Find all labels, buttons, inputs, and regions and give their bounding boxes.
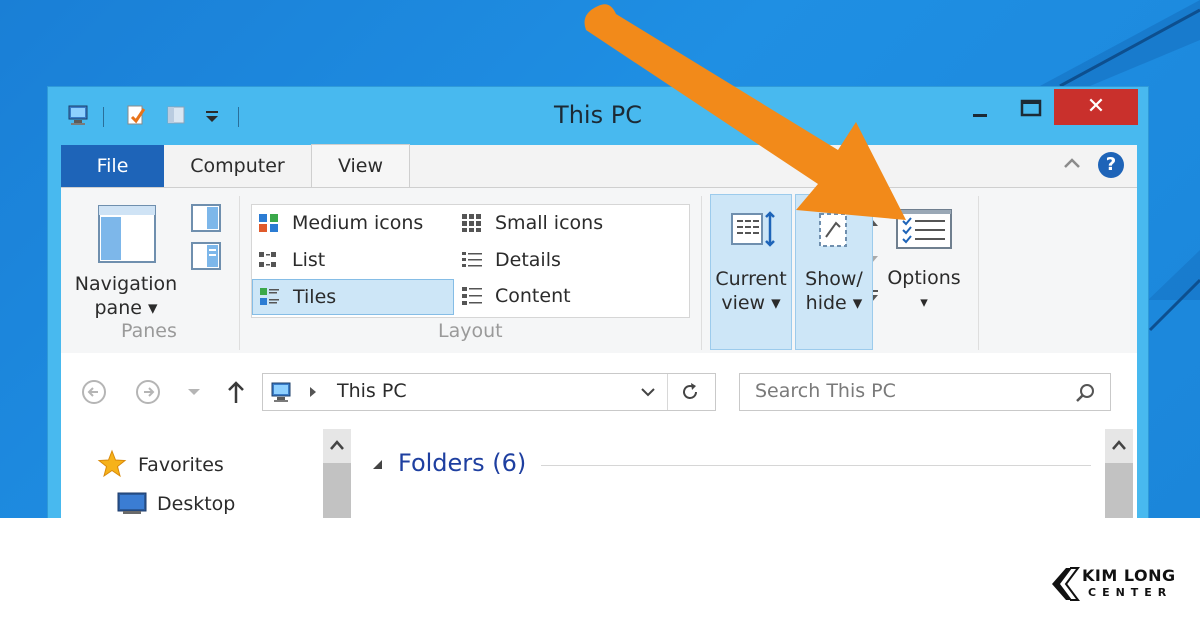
close-icon: ✕ xyxy=(1086,94,1106,119)
search-field[interactable]: Search This PC xyxy=(739,373,1111,411)
details-view-icon xyxy=(462,252,482,267)
medium-icons-icon xyxy=(259,214,278,232)
up-arrow-icon[interactable] xyxy=(225,379,247,405)
minimize-button[interactable] xyxy=(958,89,1004,125)
group-collapse-icon[interactable] xyxy=(371,458,385,472)
tab-file[interactable]: File xyxy=(61,145,164,187)
layout-list[interactable]: List xyxy=(252,243,452,277)
preview-pane-icon[interactable] xyxy=(191,204,221,232)
address-history-chevron-down-icon[interactable] xyxy=(639,384,657,400)
show-hide-label-line2: hide ▾ xyxy=(805,292,863,314)
small-icons-icon xyxy=(462,214,481,232)
layout-small-icons[interactable]: Small icons xyxy=(455,206,655,240)
recent-locations-chevron-down-icon[interactable] xyxy=(185,385,203,399)
scroll-up-icon[interactable] xyxy=(327,437,347,453)
ribbon-tabs: File Computer View ? xyxy=(61,144,1137,188)
help-icon[interactable]: ? xyxy=(1098,152,1124,178)
desktop-icon xyxy=(117,492,147,514)
tab-computer[interactable]: Computer xyxy=(164,145,311,187)
nav-item-desktop[interactable]: Desktop xyxy=(157,493,235,515)
breadcrumb-chevron-icon[interactable] xyxy=(307,385,319,399)
options-dropdown-arrow: ▾ xyxy=(920,293,928,311)
layout-medium-icons[interactable]: Medium icons xyxy=(252,206,452,240)
options-button[interactable]: Options ▾ xyxy=(879,194,969,348)
search-icon[interactable] xyxy=(1074,382,1096,404)
favorites-star-icon xyxy=(97,449,127,478)
tab-view[interactable]: View xyxy=(311,144,410,188)
address-divider xyxy=(667,374,668,410)
current-view-button[interactable]: Current view ▾ xyxy=(710,194,792,350)
layout-tiles[interactable]: Tiles xyxy=(252,279,454,315)
show-hide-button[interactable]: Show/ hide ▾ xyxy=(795,194,873,350)
address-field[interactable]: This PC xyxy=(262,373,716,411)
navigation-pane-icon[interactable] xyxy=(97,204,157,264)
search-placeholder: Search This PC xyxy=(755,380,896,402)
navigation-pane-button[interactable]: Navigation pane ▾ xyxy=(63,272,189,320)
options-label: Options xyxy=(887,267,961,289)
content-view-icon xyxy=(462,287,482,305)
show-hide-label-line1: Show/ xyxy=(805,268,863,290)
group-divider xyxy=(541,465,1091,466)
nav-item-favorites[interactable]: Favorites xyxy=(138,454,224,476)
current-view-label: Current view ▾ xyxy=(711,267,791,315)
footer-band xyxy=(0,518,1200,628)
kim-long-center-logo: KIM LONG CENTER xyxy=(1048,564,1188,604)
collapse-ribbon-chevron-up-icon[interactable] xyxy=(1061,151,1083,177)
close-button[interactable]: ✕ xyxy=(1054,89,1138,125)
layout-item-label: List xyxy=(292,249,326,271)
layout-item-label: Medium icons xyxy=(292,212,424,234)
brand-subtitle: CENTER xyxy=(1088,586,1173,599)
forward-icon[interactable] xyxy=(135,379,161,405)
group-separator xyxy=(978,196,979,350)
current-view-label-line1: Current xyxy=(715,268,787,290)
tiles-view-icon xyxy=(260,288,279,305)
this-pc-icon xyxy=(271,382,291,402)
options-checklist-icon xyxy=(896,209,952,249)
layout-content[interactable]: Content xyxy=(455,279,655,313)
kim-long-logo-mark xyxy=(1052,567,1080,601)
brand-name: KIM LONG xyxy=(1082,566,1176,585)
explorer-window: This PC ✕ File Computer View ? Navigatio… xyxy=(47,86,1149,616)
address-bar-row: This PC Search This PC xyxy=(61,353,1137,429)
layout-item-label: Details xyxy=(495,249,561,271)
show-hide-icon xyxy=(819,213,847,247)
back-icon[interactable] xyxy=(81,379,107,405)
layout-gallery: Medium icons Small icons List Details Ti… xyxy=(251,204,878,318)
current-view-icon xyxy=(731,211,775,247)
layout-item-label: Tiles xyxy=(293,286,337,308)
details-pane-icon[interactable] xyxy=(191,242,221,270)
group-label-layout: Layout xyxy=(438,320,503,342)
refresh-icon[interactable] xyxy=(679,381,701,403)
maximize-button[interactable] xyxy=(1008,89,1054,125)
layout-details[interactable]: Details xyxy=(455,243,655,277)
navigation-pane-label: Navigation xyxy=(74,273,178,295)
current-view-label-line2: view ▾ xyxy=(721,292,781,314)
group-separator xyxy=(239,196,240,350)
title-bar[interactable]: This PC ✕ xyxy=(48,87,1148,145)
folders-group-header[interactable]: Folders (6) xyxy=(398,449,526,477)
ribbon-view: Navigation pane ▾ Panes Medium icons Sma… xyxy=(61,187,1137,355)
address-path: This PC xyxy=(337,380,407,402)
layout-item-label: Small icons xyxy=(495,212,604,234)
scroll-up-icon[interactable] xyxy=(1109,437,1129,453)
list-view-icon xyxy=(259,252,276,267)
show-hide-label: Show/ hide ▾ xyxy=(796,267,872,315)
layout-item-label: Content xyxy=(495,285,571,307)
navigation-pane-dropdown-label: pane ▾ xyxy=(94,297,158,319)
group-separator xyxy=(701,196,702,350)
group-label-panes: Panes xyxy=(121,320,177,342)
